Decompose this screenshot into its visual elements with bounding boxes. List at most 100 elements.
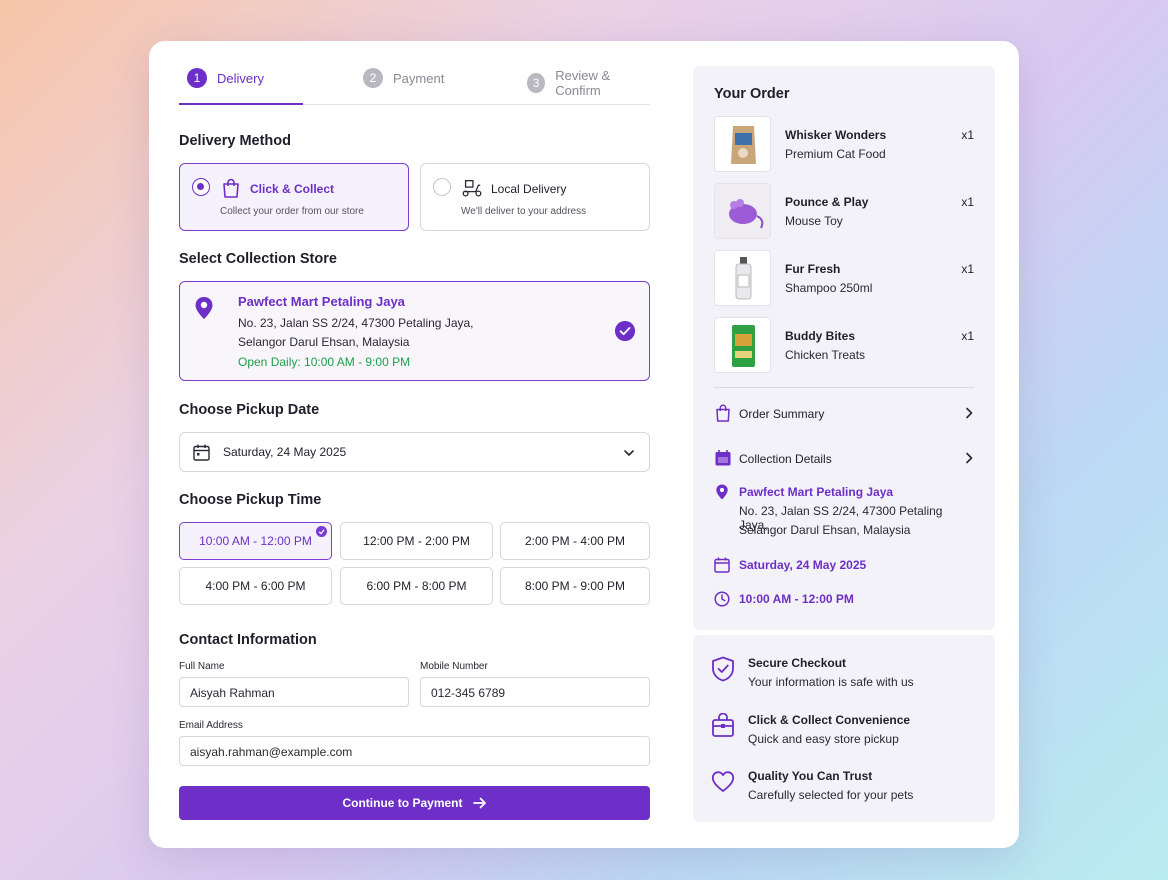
pickup-date-select[interactable]: Saturday, 24 May 2025 — [179, 432, 650, 472]
trust-title: Secure Checkout — [748, 656, 847, 670]
trust-panel: Secure Checkout Your information is safe… — [693, 635, 995, 822]
store-hours: Open Daily: 10:00 AM - 9:00 PM — [238, 355, 411, 369]
time-slot[interactable]: 8:00 PM - 9:00 PM — [500, 567, 650, 605]
time-slot[interactable]: 2:00 PM - 4:00 PM — [500, 522, 650, 560]
mouse-toy-thumbnail — [714, 183, 771, 239]
step-payment[interactable]: 2 Payment — [363, 68, 444, 88]
collection-date: Saturday, 24 May 2025 — [739, 558, 867, 572]
time-slot-label: 8:00 PM - 9:00 PM — [524, 579, 626, 593]
step-review-confirm[interactable]: 3 Review & Confirm — [527, 68, 650, 98]
item-name: Pounce & Play — [785, 195, 869, 209]
store-address-line1: No. 23, Jalan SS 2/24, 47300 Petaling Ja… — [238, 316, 474, 330]
order-item: Pounce & Play Mouse Toy x1 — [714, 183, 974, 239]
full-name-field[interactable]: Aisyah Rahman — [179, 677, 409, 707]
continue-to-payment-button[interactable]: Continue to Payment — [179, 786, 650, 820]
active-step-indicator — [179, 103, 303, 105]
shield-check-icon — [712, 656, 734, 682]
time-slot[interactable]: 6:00 PM - 8:00 PM — [340, 567, 493, 605]
email-label: Email Address — [179, 720, 243, 731]
cta-label: Continue to Payment — [342, 796, 463, 810]
step-number: 1 — [187, 68, 207, 88]
time-slot-label: 2:00 PM - 4:00 PM — [524, 534, 626, 548]
contact-info-title: Contact Information — [179, 632, 317, 648]
collection-address-line2: Selangor Darul Ehsan, Malaysia — [739, 523, 911, 537]
pickup-date-title: Choose Pickup Date — [179, 402, 320, 418]
time-slot[interactable]: 12:00 PM - 2:00 PM — [340, 522, 493, 560]
collection-store-name: Pawfect Mart Petaling Jaya — [739, 485, 894, 499]
shopping-bag-icon — [716, 404, 730, 422]
step-label: Payment — [393, 70, 445, 86]
collection-details-toggle[interactable]: Collection Details — [714, 449, 974, 469]
calendar-icon — [714, 557, 730, 573]
step-number: 3 — [527, 73, 546, 93]
time-slot[interactable]: 10:00 AM - 12:00 PM — [179, 522, 332, 560]
shampoo-bottle-thumbnail — [714, 250, 771, 306]
chevron-down-icon — [624, 450, 634, 456]
item-name: Buddy Bites — [785, 329, 856, 343]
store-address-line2: Selangor Darul Ehsan, Malaysia — [238, 335, 410, 349]
step-label: Review & Confirm — [555, 68, 611, 98]
mobile-number-label: Mobile Number — [420, 661, 488, 672]
full-name-label: Full Name — [179, 661, 225, 672]
calendar-icon — [715, 450, 731, 466]
item-subtitle: Premium Cat Food — [785, 147, 886, 161]
store-name: Pawfect Mart Petaling Jaya — [238, 294, 405, 309]
heart-icon — [711, 771, 735, 792]
time-slot[interactable]: 4:00 PM - 6:00 PM — [179, 567, 332, 605]
step-label: Delivery — [217, 70, 264, 86]
item-quantity: x1 — [961, 128, 974, 142]
click-and-collect-option[interactable]: Click & Collect Collect your order from … — [179, 163, 409, 231]
radio-unselected[interactable] — [433, 178, 451, 196]
item-name: Whisker Wonders — [785, 128, 887, 142]
calendar-icon — [193, 444, 210, 461]
shopping-bag-icon — [223, 178, 239, 198]
divider — [714, 387, 974, 388]
checkout-stepper: 1 Delivery 2 Payment 3 Review & Confirm — [179, 68, 650, 105]
email-field[interactable]: aisyah.rahman@example.com — [179, 736, 650, 766]
option-description: Collect your order from our store — [220, 206, 364, 217]
your-order-title: Your Order — [714, 86, 790, 102]
location-pin-icon — [195, 297, 213, 319]
item-quantity: x1 — [961, 329, 974, 343]
local-delivery-option[interactable]: Local Delivery We'll deliver to your add… — [420, 163, 650, 231]
delivery-method-title: Delivery Method — [179, 133, 291, 149]
trust-title: Click & Collect Convenience — [748, 713, 911, 727]
clock-icon — [714, 591, 730, 607]
trust-item: Quality You Can Trust Carefully selected… — [711, 769, 981, 809]
time-slot-label: 6:00 PM - 8:00 PM — [366, 579, 467, 593]
item-subtitle: Shampoo 250ml — [785, 281, 873, 295]
order-item: Fur Fresh Shampoo 250ml x1 — [714, 250, 974, 306]
option-title: Local Delivery — [491, 182, 567, 196]
trust-subtitle: Your information is safe with us — [748, 675, 914, 689]
store-box-icon — [712, 713, 734, 737]
arrow-right-icon — [472, 797, 486, 809]
chevron-right-icon — [966, 452, 973, 464]
order-item: Buddy Bites Chicken Treats x1 — [714, 317, 974, 373]
check-circle-icon — [615, 321, 635, 341]
option-description: We'll deliver to your address — [461, 206, 587, 217]
radio-selected[interactable] — [192, 178, 210, 196]
trust-title: Quality You Can Trust — [748, 769, 873, 783]
collection-details-label: Collection Details — [739, 452, 832, 466]
item-quantity: x1 — [961, 262, 974, 276]
item-quantity: x1 — [961, 195, 974, 209]
step-delivery[interactable]: 1 Delivery — [187, 68, 264, 88]
option-title: Click & Collect — [250, 182, 335, 196]
location-pin-icon — [716, 484, 728, 500]
trust-item: Secure Checkout Your information is safe… — [711, 656, 981, 696]
scooter-icon — [462, 180, 482, 197]
trust-subtitle: Carefully selected for your pets — [748, 788, 914, 802]
time-slot-label: 4:00 PM - 6:00 PM — [205, 579, 306, 593]
checkout-card: 1 Delivery 2 Payment 3 Review & Confirm … — [149, 41, 1019, 848]
order-summary-toggle[interactable]: Order Summary — [714, 404, 974, 424]
cat-food-bag-thumbnail — [714, 116, 771, 172]
item-subtitle: Chicken Treats — [785, 348, 866, 362]
collection-store-card[interactable]: Pawfect Mart Petaling Jaya No. 23, Jalan… — [179, 281, 650, 381]
trust-item: Click & Collect Convenience Quick and ea… — [711, 713, 981, 753]
item-name: Fur Fresh — [785, 262, 841, 276]
step-number: 2 — [363, 68, 383, 88]
collection-time: 10:00 AM - 12:00 PM — [739, 592, 854, 606]
time-slot-label: 10:00 AM - 12:00 PM — [199, 534, 312, 548]
your-order-panel: Your Order Whisker Wonders Premium Cat F… — [693, 66, 995, 630]
mobile-number-field[interactable]: 012-345 6789 — [420, 677, 650, 707]
